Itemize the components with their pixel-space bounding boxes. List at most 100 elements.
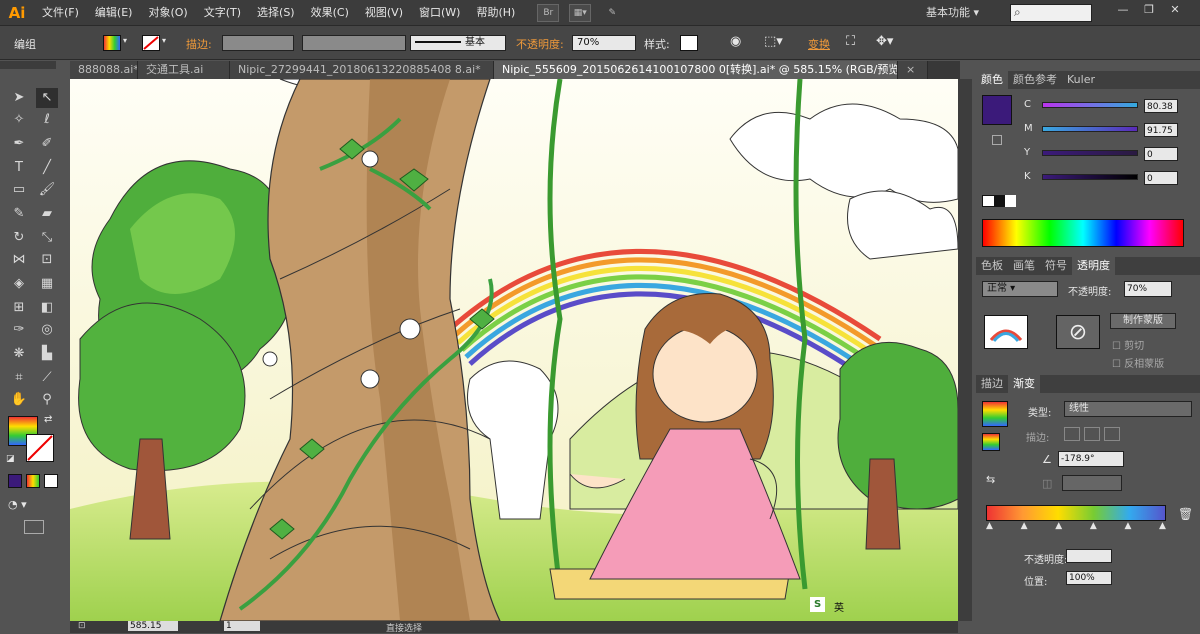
stroke-weight-field[interactable] [222,35,294,51]
draw-mode-icon[interactable]: ◔ ▾ [8,498,27,511]
close-button[interactable]: ✕ [1164,3,1186,19]
ime-language-label[interactable]: 英 [834,599,844,614]
yellow-value[interactable]: 0 [1144,147,1178,161]
artboard-tool-icon[interactable]: ⌗ [8,368,30,388]
graphic-style-swatch[interactable] [680,35,698,51]
menu-item-4[interactable]: 选择(S) [249,0,303,26]
menu-item-5[interactable]: 效果(C) [303,0,357,26]
eyedropper-icon[interactable]: ✑ [8,320,30,340]
stroke-within-icon[interactable] [1064,427,1080,441]
blend-tool-icon[interactable]: ◎ [36,320,58,340]
zoom-field-icon[interactable]: ⊡ [78,621,86,631]
gradient-preview-swatch[interactable] [982,401,1008,427]
cyan-value[interactable]: 80.38 [1144,99,1178,113]
search-field[interactable] [1010,4,1092,22]
tab-stroke[interactable]: 描边 [976,375,1008,393]
rotate-tool-icon[interactable]: ↻ [8,228,30,248]
width-tool-icon[interactable]: ⋈ [8,250,30,270]
magenta-value[interactable]: 91.75 [1144,123,1178,137]
menu-item-3[interactable]: 文字(T) [196,0,249,26]
column-graph-icon[interactable]: ▙ [36,344,58,364]
eraser-icon[interactable]: ▰ [36,204,58,224]
gradient-slider[interactable] [986,505,1166,521]
fill-swatch[interactable] [103,35,121,51]
arrange-documents-icon[interactable]: ▦▾ [569,3,592,22]
tab-document-active[interactable]: Nipic_555609_2015062614100107800 0[转换].a… [494,61,898,79]
tab-color-guide[interactable]: 颜色参考 [1008,71,1062,89]
line-tool-icon[interactable]: ╱ [36,158,58,178]
vertical-scrollbar[interactable] [958,79,972,621]
tools-panel-grip[interactable] [0,61,56,69]
cyan-slider[interactable] [1042,102,1138,108]
menu-item-8[interactable]: 帮助(H) [468,0,523,26]
opacity-field[interactable]: 70% [572,35,636,51]
tab-transparency[interactable]: 透明度 [1072,257,1115,275]
gradient-stop[interactable]: ▲ [1055,521,1062,533]
white-swatch[interactable] [1005,195,1017,207]
curvature-tool-icon[interactable]: ✐ [36,134,58,154]
chevron-down-icon[interactable]: ▾ [162,36,166,45]
variable-width-profile[interactable] [302,35,406,51]
gradient-stop[interactable]: ▲ [1159,521,1166,533]
none-mode-icon[interactable] [44,474,58,488]
tab-gradient[interactable]: 渐变 [1008,375,1040,393]
perspective-grid-icon[interactable]: ▦ [36,274,58,294]
magic-wand-icon[interactable]: ✧ [8,110,30,130]
tab-document-2[interactable]: 交通工具.ai [138,61,230,79]
artboard-canvas[interactable] [70,79,958,621]
gpu-performance-icon[interactable]: ✎ [601,4,623,22]
artboard-number-field[interactable]: 1 [224,621,260,631]
rectangle-tool-icon[interactable]: ▭ [8,180,30,200]
lasso-icon[interactable]: ℓ [36,110,58,130]
swap-fill-stroke-icon[interactable]: ⇄ [44,414,52,425]
none-white-black-swatches[interactable] [982,195,1017,207]
free-transform-icon[interactable]: ⊡ [36,250,58,270]
zoom-field[interactable]: 585.15 [128,621,178,631]
type-tool-icon[interactable]: T [8,158,30,178]
menu-item-1[interactable]: 编辑(E) [87,0,141,26]
gradient-stop[interactable]: ▲ [1124,521,1131,533]
brush-definition[interactable]: 基本 [410,35,506,51]
invert-mask-checkbox[interactable]: ☐ 反相蒙版 [1112,355,1164,370]
hand-tool-icon[interactable]: ✋ [8,390,30,410]
tab-document-1[interactable]: 888088.ai* [70,61,138,79]
black-swatch[interactable] [994,195,1006,207]
shape-builder-icon[interactable]: ◈ [8,274,30,294]
gradient-mode-icon[interactable] [26,474,40,488]
tab-brushes[interactable]: 画笔 [1008,257,1040,275]
menu-item-6[interactable]: 视图(V) [357,0,411,26]
gradient-stop[interactable]: ▲ [986,521,993,533]
workspace-switcher[interactable]: 基本功能 ▾ [926,4,979,20]
gradient-stop[interactable]: ▲ [1021,521,1028,533]
tab-symbols[interactable]: 符号 [1040,257,1072,275]
zoom-tool-icon[interactable]: ⚲ [36,390,58,410]
color-spectrum[interactable] [982,219,1184,247]
mesh-tool-icon[interactable]: ⊞ [8,298,30,318]
delete-stop-icon[interactable]: 🗑 [1178,507,1193,521]
stroke-swatch[interactable] [142,35,160,51]
make-mask-button[interactable]: 制作蒙版 [1110,313,1176,329]
fill-color-preview[interactable] [982,95,1012,125]
location-field[interactable]: 100% [1066,571,1112,585]
stroke-color-box[interactable] [26,434,54,462]
out-of-gamut-icon[interactable] [992,135,1002,145]
gradient-opacity-field[interactable] [1066,549,1112,563]
black-slider[interactable] [1042,174,1138,180]
menu-item-2[interactable]: 对象(O) [140,0,195,26]
black-value[interactable]: 0 [1144,171,1178,185]
scale-tool-icon[interactable]: ⤡ [36,228,58,248]
tab-close-icon[interactable]: × [898,61,928,79]
clip-checkbox[interactable]: ☐ 剪切 [1112,337,1144,352]
default-colors-icon[interactable]: ◪ [6,454,15,464]
screen-mode-icon[interactable] [24,520,44,534]
blend-mode-select[interactable]: 正常 ▾ [982,281,1058,297]
transform-link[interactable]: 变换 [808,36,830,52]
magenta-slider[interactable] [1042,126,1138,132]
tab-color[interactable]: 颜色 [976,71,1008,89]
stroke-along-icon[interactable] [1084,427,1100,441]
align-icon[interactable]: ⬚▾ [764,34,783,49]
color-mode-icon[interactable] [8,474,22,488]
gradient-angle-field[interactable]: -178.9° [1058,451,1124,467]
tab-kuler[interactable]: Kuler [1062,71,1100,89]
opacity-label[interactable]: 不透明度: [516,36,564,52]
